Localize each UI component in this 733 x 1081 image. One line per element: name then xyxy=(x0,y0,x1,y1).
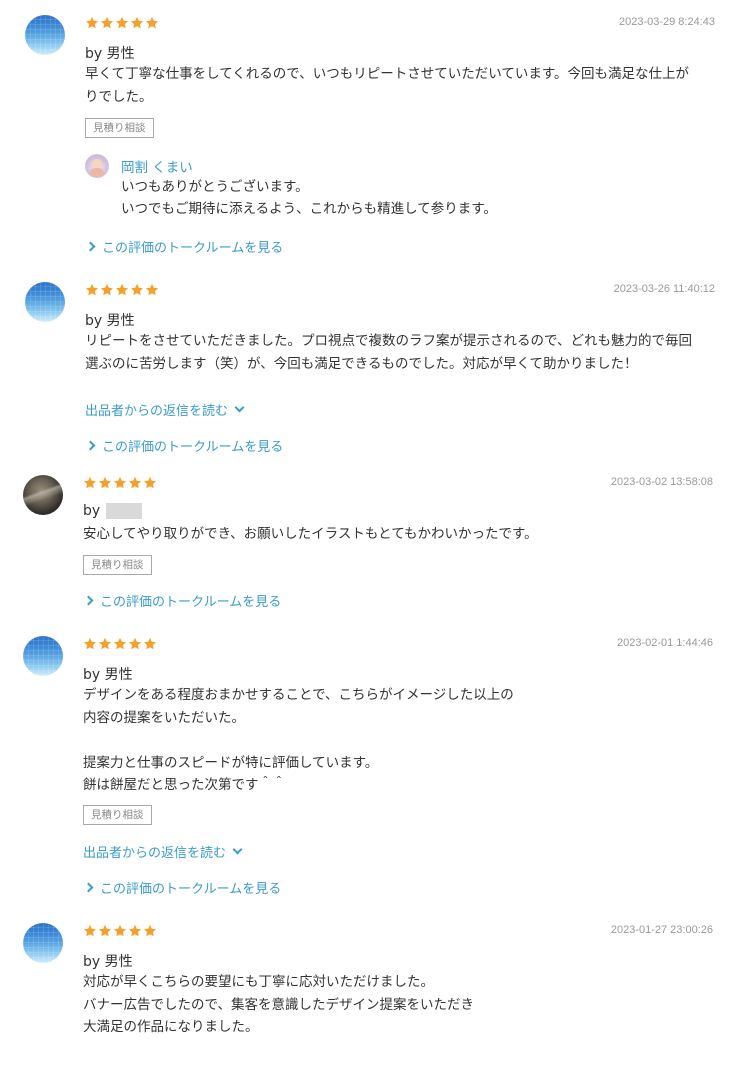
reviewer-name: by 男性 xyxy=(85,46,135,62)
star-icon xyxy=(100,16,114,30)
masked-username xyxy=(106,503,143,519)
reviewer-avatar xyxy=(25,15,65,55)
rating-stars xyxy=(83,637,157,653)
review-body: リピートをさせていただきました。プロ視点で複数のラフ案が提示されるので、どれも魅… xyxy=(85,333,692,372)
review-body: デザインをある程度おまかせすることで、こちらがイメージした以上の 内容の提案をい… xyxy=(83,687,514,793)
review-date: 2023-02-01 1:44:46 xyxy=(616,637,713,649)
reviewer-avatar xyxy=(23,923,63,963)
reviewer-avatar xyxy=(23,636,63,676)
talkroom-link[interactable]: この評価のトークルームを見る xyxy=(85,237,283,256)
star-icon xyxy=(85,16,99,30)
star-icon xyxy=(143,476,157,490)
review-date: 2023-03-26 11:40:12 xyxy=(613,283,715,295)
request-type-badge: 見積り相談 xyxy=(83,555,152,575)
request-type-badge: 見積り相談 xyxy=(85,118,154,138)
review-date: 2023-03-02 13:58:08 xyxy=(610,476,713,488)
reviewer-avatar xyxy=(25,282,65,322)
read-reply-link[interactable]: 出品者からの返信を読む xyxy=(83,842,243,861)
star-icon xyxy=(130,283,144,297)
star-icon xyxy=(98,924,112,938)
chevron-right-icon xyxy=(85,440,96,451)
star-icon xyxy=(128,637,142,651)
reviewer-name: by 男性 xyxy=(85,313,135,329)
rating-stars xyxy=(85,283,159,299)
chevron-right-icon xyxy=(83,595,94,606)
rating-stars xyxy=(83,924,157,940)
chevron-right-icon xyxy=(85,241,96,252)
seller-avatar xyxy=(85,154,109,178)
star-icon xyxy=(113,476,127,490)
review-date: 2023-03-29 8:24:43 xyxy=(618,16,715,28)
star-icon xyxy=(98,476,112,490)
review-body: 安心してやり取りができ、お願いしたイラストもとてもかわいかったです。 xyxy=(83,526,538,542)
rating-stars xyxy=(83,476,157,492)
seller-name[interactable]: 岡割 くまい xyxy=(121,156,193,176)
star-icon xyxy=(128,924,142,938)
star-icon xyxy=(128,476,142,490)
chevron-right-icon xyxy=(83,882,94,893)
star-icon xyxy=(115,16,129,30)
seller-reply: いつもありがとうございます。 いつでもご期待に添えるよう、これからも精進して参り… xyxy=(121,179,497,217)
star-icon xyxy=(85,283,99,297)
review-body: 対応が早くこちらの要望にも丁寧に応対いただけました。 バナー広告でしたので、集客… xyxy=(83,974,474,1035)
reviewer-name: by xyxy=(83,503,143,519)
star-icon xyxy=(83,637,97,651)
reviewer-name: by 男性 xyxy=(83,954,133,970)
star-icon xyxy=(83,476,97,490)
star-icon xyxy=(100,283,114,297)
star-icon xyxy=(145,283,159,297)
star-icon xyxy=(115,283,129,297)
request-type-badge: 見積り相談 xyxy=(83,805,152,825)
reviewer-avatar xyxy=(23,475,63,515)
talkroom-link[interactable]: この評価のトークルームを見る xyxy=(83,591,281,610)
star-icon xyxy=(143,637,157,651)
chevron-down-icon xyxy=(234,402,245,413)
talkroom-link[interactable]: この評価のトークルームを見る xyxy=(83,878,281,897)
review-body: 早くて丁寧な仕事をしてくれるので、いつもリピートさせていただいています。今回も満… xyxy=(85,66,689,105)
star-icon xyxy=(98,637,112,651)
star-icon xyxy=(113,924,127,938)
star-icon xyxy=(130,16,144,30)
star-icon xyxy=(83,924,97,938)
read-reply-link[interactable]: 出品者からの返信を読む xyxy=(85,400,245,419)
review-date: 2023-01-27 23:00:26 xyxy=(610,924,713,936)
talkroom-link[interactable]: この評価のトークルームを見る xyxy=(85,436,283,455)
chevron-down-icon xyxy=(232,844,243,855)
star-icon xyxy=(145,16,159,30)
rating-stars xyxy=(85,16,159,32)
star-icon xyxy=(113,637,127,651)
star-icon xyxy=(143,924,157,938)
reviewer-name: by 男性 xyxy=(83,667,133,683)
